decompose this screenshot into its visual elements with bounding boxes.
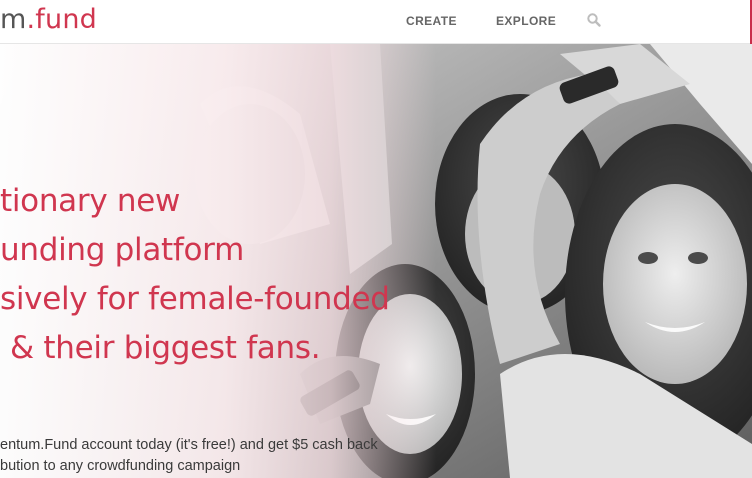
- logo-text-prefix: m: [0, 4, 27, 35]
- site-logo[interactable]: m.fund: [0, 4, 97, 35]
- nav-create-link[interactable]: CREATE: [406, 14, 457, 28]
- hero-subtext: entum.Fund account today (it's free!) an…: [0, 435, 420, 477]
- headline-line: & their biggest fans.: [10, 330, 321, 366]
- subtext-line: entum.Fund account today (it's free!) an…: [0, 437, 378, 453]
- headline-line: unding platform: [0, 232, 244, 268]
- search-button[interactable]: [586, 12, 602, 28]
- top-navbar: m.fund CREATE EXPLORE: [0, 0, 752, 44]
- headline-line: tionary new: [0, 183, 181, 219]
- nav-explore-link[interactable]: EXPLORE: [496, 14, 556, 28]
- hero-headline: tionary new unding platform sively for f…: [0, 177, 420, 373]
- hero-section: tionary new unding platform sively for f…: [0, 44, 752, 478]
- subtext-line: bution to any crowdfunding campaign: [0, 458, 241, 474]
- logo-text-accent: .fund: [26, 4, 97, 35]
- headline-line: sively for female-founded: [0, 281, 390, 317]
- search-icon: [587, 13, 601, 27]
